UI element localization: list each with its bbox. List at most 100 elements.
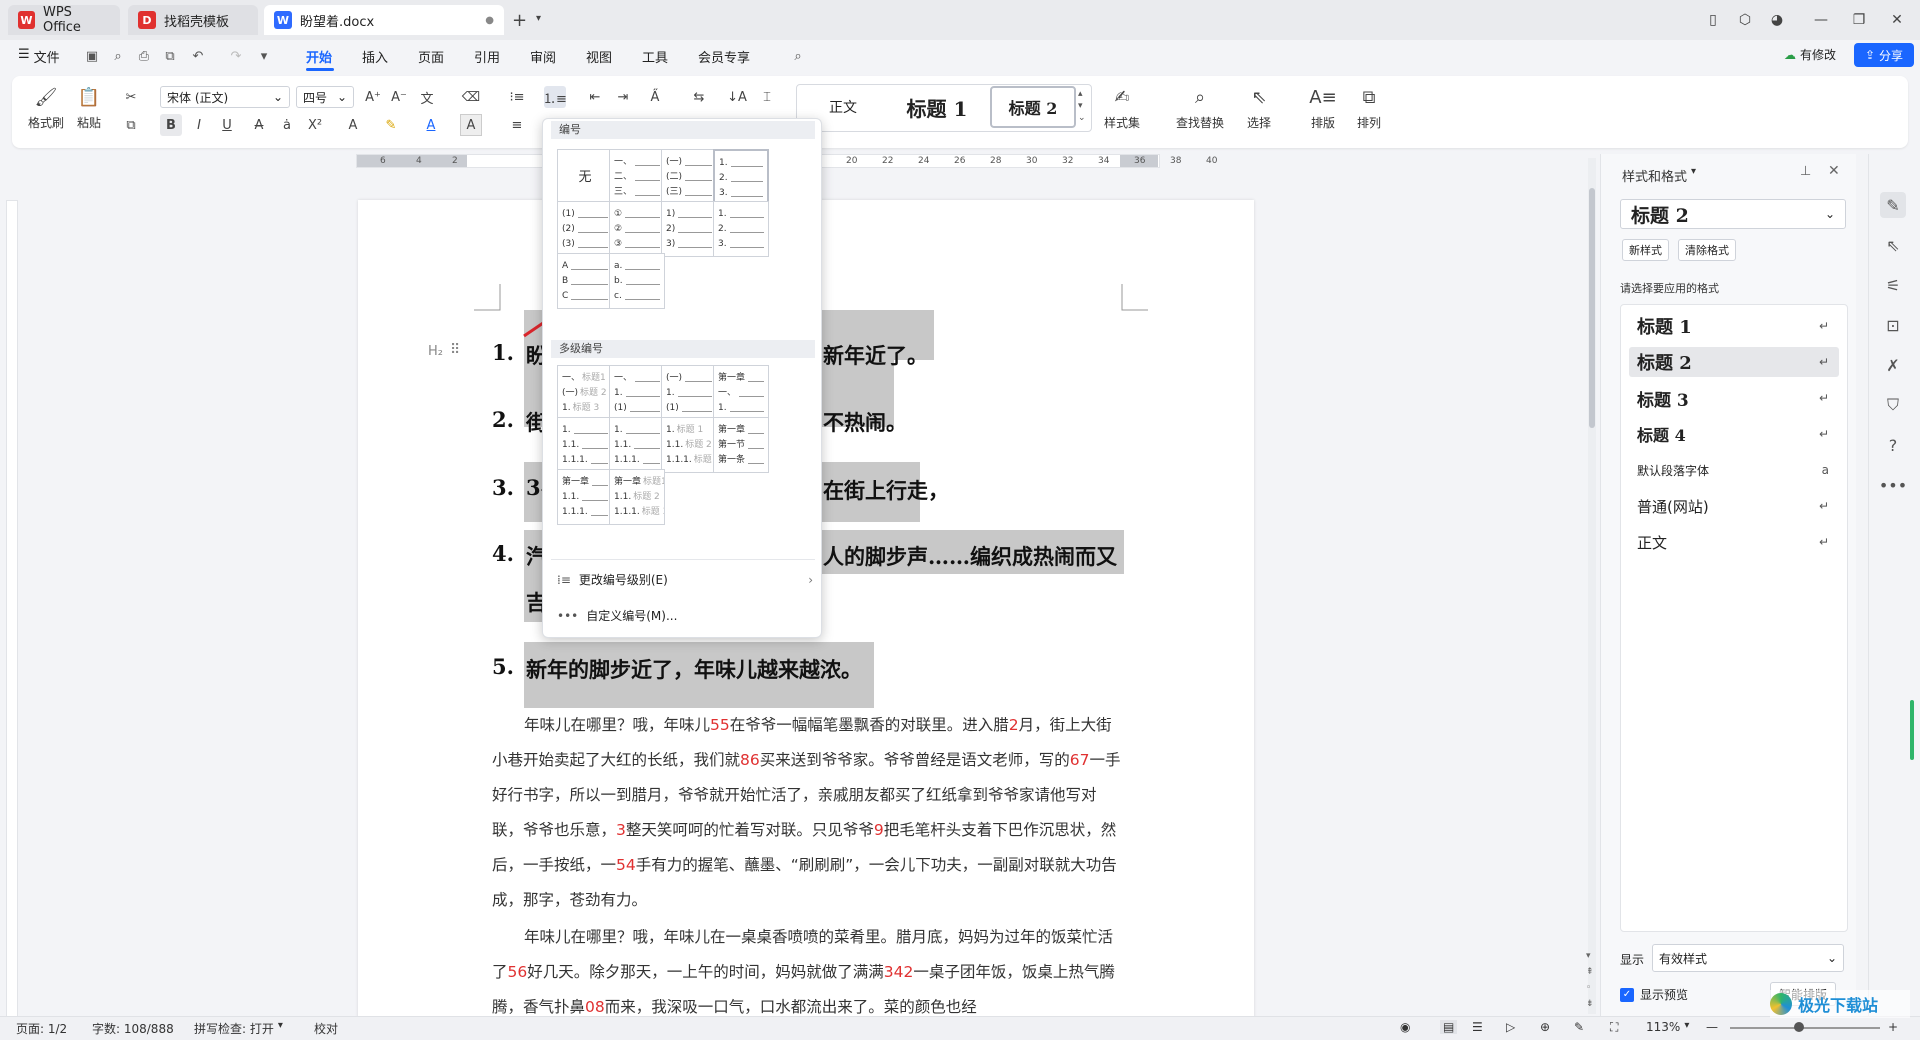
modified-indicator[interactable]: ☁ 有修改 <box>1784 46 1836 63</box>
numbering-style-tile[interactable]: a. b. c. <box>609 253 665 309</box>
menu-insert[interactable]: 插入 <box>362 47 388 66</box>
show-preview-checkbox[interactable]: ✓ 显示预览 <box>1620 986 1688 1003</box>
page-count[interactable]: 页面: 1/2 <box>16 1020 67 1037</box>
multilevel-style-tile[interactable]: 第一章标题11.1.标题 21.1.1.标题 3 <box>609 469 665 525</box>
cut-icon[interactable]: ✂ <box>120 86 142 108</box>
new-tab-icon[interactable]: + <box>512 10 527 31</box>
multilevel-style-tile[interactable]: 一、 1. (1) <box>609 365 665 421</box>
bullet-list-icon[interactable]: ⁝≡ <box>506 86 528 108</box>
numbering-style-tile[interactable]: 一、 二、 三、 <box>609 149 665 205</box>
style-item-heading-3[interactable]: 标题 3 ↵ <box>1629 383 1839 413</box>
multilevel-style-tile[interactable]: 第一章 第一节 第一条 <box>713 417 769 473</box>
show-filter-select[interactable]: 有效样式 ⌄ <box>1652 944 1844 972</box>
style-heading-2[interactable]: 标题 2 <box>990 86 1076 128</box>
font-color-icon[interactable]: A <box>420 114 442 136</box>
chinese-layout-icon[interactable]: A̋ <box>644 86 666 108</box>
print-icon[interactable]: ⎙ <box>134 46 154 66</box>
style-item-normal-web[interactable]: 普通(网站) ↵ <box>1629 491 1839 521</box>
help-icon[interactable]: ? <box>1880 432 1906 458</box>
vertical-ruler[interactable] <box>6 200 18 1020</box>
unsaved-dot-icon[interactable]: ● <box>485 15 494 26</box>
multilevel-style-tile[interactable]: 1. 1.1. 1.1.1. <box>557 417 613 473</box>
close-panel-icon[interactable]: ✕ <box>1828 163 1840 179</box>
multilevel-style-tile[interactable]: 1.标题 11.1.标题 21.1.1.标题 3 <box>661 417 717 473</box>
numbering-style-tile[interactable]: ABC <box>557 253 613 309</box>
text-effect-icon[interactable]: A <box>342 114 364 136</box>
spell-check-status[interactable]: 拼写检查: 打开 ▾ <box>194 1020 283 1037</box>
numbering-none-tile[interactable]: 无 <box>557 149 613 205</box>
fit-page-icon[interactable]: ⛶ <box>1610 1020 1618 1035</box>
align-left-icon[interactable]: ≡ <box>506 114 528 136</box>
numbered-list-icon[interactable]: ⒈≡ <box>543 86 567 108</box>
numbering-style-tile[interactable]: 1. 2. 3. <box>713 201 769 257</box>
custom-numbering-item[interactable]: ••• 自定义编号(M)... <box>557 607 677 624</box>
current-style-select[interactable]: 标题 2 ⌄ <box>1620 199 1846 229</box>
italic-icon[interactable]: I <box>188 114 210 136</box>
undo-icon[interactable]: ↶ <box>188 46 208 66</box>
style-item-heading-1[interactable]: 标题 1 ↵ <box>1629 311 1839 341</box>
multilevel-style-tile[interactable]: 第一章 1.1. 1.1.1. <box>557 469 613 525</box>
pin-icon[interactable]: ⊥ <box>1800 164 1811 179</box>
numbering-style-tile[interactable]: (一) (二) (三) <box>661 149 717 205</box>
web-view-icon[interactable]: ⊕ <box>1540 1020 1550 1034</box>
emphasis-icon[interactable]: ȧ <box>276 114 298 136</box>
restore-icon[interactable]: ❐ <box>1846 8 1872 32</box>
search-icon[interactable]: ⌕ <box>788 46 808 66</box>
style-item-default-font[interactable]: 默认段落字体 a <box>1629 455 1839 485</box>
styles-panel-title[interactable]: 样式和格式 ▾ <box>1622 166 1696 185</box>
style-pen-icon[interactable]: ✎ <box>1880 192 1906 218</box>
outline-view-icon[interactable]: ☰ <box>1472 1020 1483 1034</box>
style-item-heading-4[interactable]: 标题 4 ↵ <box>1629 419 1839 449</box>
phonetic-icon[interactable]: 文 <box>416 86 438 108</box>
page-nav-icons[interactable]: ▾ ⇞ ◦ ⇟ <box>1586 948 1594 1012</box>
arrange-button[interactable]: ⧉ 排列 <box>1356 84 1382 131</box>
image-edit-icon[interactable]: ⊡ <box>1880 312 1906 338</box>
zoom-slider[interactable] <box>1730 1027 1880 1029</box>
drag-handle-icon[interactable]: ⠿ <box>450 342 460 358</box>
layout-icon[interactable]: ▯ <box>1700 8 1726 32</box>
shrink-font-icon[interactable]: A⁻ <box>388 86 410 108</box>
numbering-style-tile[interactable]: ① ② ③ <box>609 201 665 257</box>
save-icon[interactable]: ▣ <box>82 46 102 66</box>
paste-button[interactable]: 📋 粘贴 <box>76 84 102 131</box>
export-pdf-icon[interactable]: ⌕ <box>108 46 128 66</box>
bold-icon[interactable]: B <box>160 114 182 136</box>
tab-document[interactable]: W 盼望着.docx ● <box>264 5 504 35</box>
char-shading-icon[interactable]: A <box>460 114 482 136</box>
numbering-style-tile[interactable]: (1) (2) (3) <box>557 201 613 257</box>
style-item-heading-2[interactable]: 标题 2 ↵ <box>1629 347 1839 377</box>
multilevel-style-tile[interactable]: (一) 1. (1) <box>661 365 717 421</box>
multilevel-style-tile[interactable]: 一、 标题1 (一) 标题 2 1. 标题 3 <box>557 365 613 421</box>
menu-home[interactable]: 开始 <box>306 47 332 66</box>
numbering-style-tile[interactable]: 1) 2) 3) <box>661 201 717 257</box>
zoom-slider-thumb[interactable] <box>1794 1022 1804 1032</box>
tab-list-chevron-icon[interactable]: ▾ <box>536 13 541 24</box>
adjust-sliders-icon[interactable]: ⚟ <box>1880 272 1906 298</box>
style-item-body[interactable]: 正文 ↵ <box>1629 527 1839 557</box>
style-gallery-scroll-icon[interactable]: ▴ ▾ ⌄ <box>1078 88 1086 124</box>
zoom-in-icon[interactable]: + <box>1888 1020 1898 1034</box>
play-icon[interactable]: ▷ <box>1506 1020 1515 1034</box>
find-replace-button[interactable]: ⌕ 查找替换 <box>1176 84 1224 131</box>
new-style-button[interactable]: 新样式 <box>1622 239 1669 261</box>
sort-icon[interactable]: ↓A <box>726 86 748 108</box>
quick-access-chevron-icon[interactable]: ▾ <box>254 46 274 66</box>
superscript-icon[interactable]: X² <box>304 114 326 136</box>
show-marks-icon[interactable]: ⌶ <box>756 86 778 108</box>
strikethrough-icon[interactable]: A <box>248 114 270 136</box>
clear-format-button[interactable]: 清除格式 <box>1678 239 1736 261</box>
word-count[interactable]: 字数: 108/888 <box>92 1020 174 1037</box>
multilevel-style-tile[interactable]: 第一章 一、 1. <box>713 365 769 421</box>
file-menu[interactable]: ☰ 文件 <box>18 47 60 66</box>
zoom-out-icon[interactable]: — <box>1706 1020 1718 1034</box>
change-numbering-level-item[interactable]: ⁞≡ 更改编号级别(E) › <box>557 571 813 588</box>
share-button[interactable]: ⇪ 分享 <box>1854 43 1914 67</box>
select-cursor-icon[interactable]: ⇖ <box>1880 232 1906 258</box>
menu-page[interactable]: 页面 <box>418 47 444 66</box>
menu-review[interactable]: 审阅 <box>530 47 556 66</box>
font-size-select[interactable]: 四号 ⌄ <box>296 86 354 108</box>
underline-icon[interactable]: U <box>216 114 238 136</box>
scrollbar-thumb[interactable] <box>1589 188 1595 428</box>
font-name-select[interactable]: 宋体 (正文) ⌄ <box>160 86 290 108</box>
style-set-button[interactable]: ✍ 样式集 <box>1104 84 1140 131</box>
